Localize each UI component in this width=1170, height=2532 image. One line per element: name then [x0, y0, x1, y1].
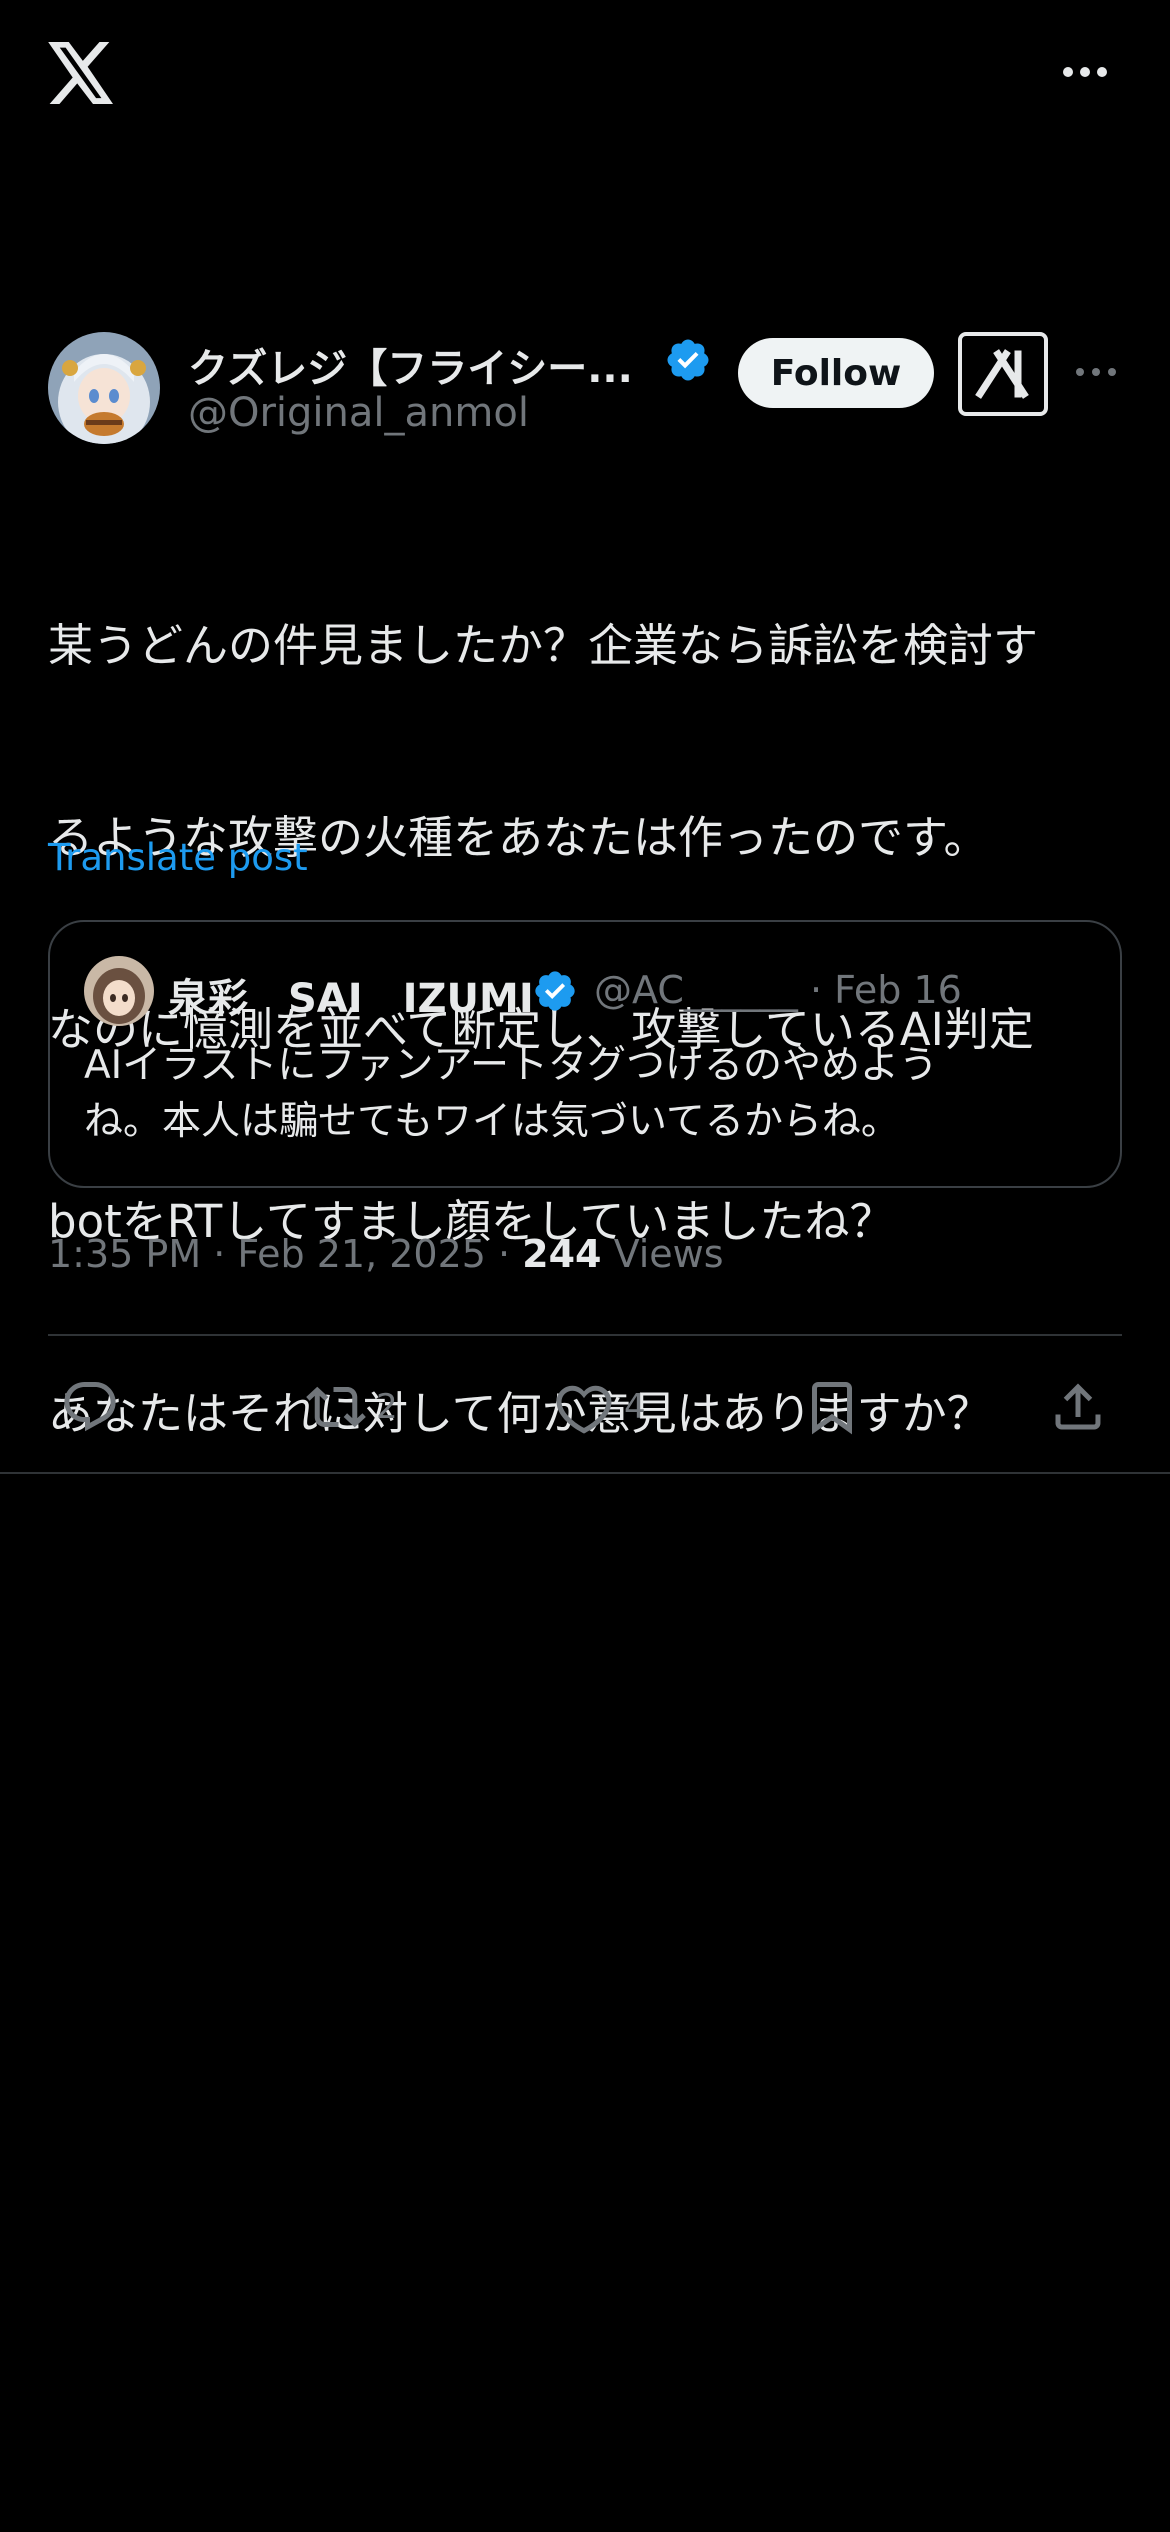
heart-icon [556, 1385, 612, 1434]
repost-count: 2 [376, 1387, 398, 1427]
grok-button[interactable] [958, 332, 1048, 416]
quote-handle: @AC______ [594, 968, 798, 1012]
like-count: 4 [624, 1387, 646, 1427]
repost-icon [306, 1386, 366, 1428]
quote-date: · Feb 16 [809, 968, 962, 1012]
verified-badge-icon [535, 971, 575, 1011]
share-icon [1055, 1383, 1101, 1430]
more-horizontal-icon[interactable] [1060, 60, 1110, 84]
views-count: 244 [522, 1232, 602, 1276]
post-timestamp[interactable]: 1:35 PM · Feb 21, 2025 · [48, 1232, 522, 1276]
follow-button[interactable]: Follow [738, 338, 934, 408]
quote-meta: @AC______ · Feb 16 [594, 968, 962, 1012]
quote-avatar [84, 956, 154, 1026]
x-logo-icon[interactable] [48, 42, 116, 104]
views-label: Views [601, 1232, 724, 1276]
reply-icon [64, 1382, 116, 1432]
action-bar: 2 4 [48, 1370, 1122, 1444]
more-horizontal-icon[interactable] [1074, 362, 1118, 382]
avatar-illustration-icon [84, 956, 154, 1026]
divider [48, 1334, 1122, 1336]
post-text-line: 某うどんの件見ましたか？企業なら訴訟を検討す [48, 619, 1039, 672]
reply-button[interactable] [60, 1370, 120, 1444]
share-button[interactable] [1048, 1370, 1108, 1444]
quote-author-name: 泉彩 SAI IZUMI [168, 976, 534, 1022]
post-author: クズレジ【フライシー... @Original_anmol Follow [48, 332, 1122, 448]
author-handle[interactable]: @Original_anmol [188, 390, 529, 436]
quote-text: AIイラストにファンアートタグつけるのやめよう ね。本人は騙せてもワイは気づいて… [84, 1038, 1044, 1150]
grok-icon [975, 349, 1029, 399]
divider [0, 1472, 1170, 1474]
bookmark-icon [812, 1382, 852, 1435]
quote-text-line: AIイラストにファンアートタグつけるのやめよう [84, 1043, 939, 1088]
verified-badge-icon [667, 339, 709, 381]
post-meta: 1:35 PM · Feb 21, 2025 · 244 Views [48, 1232, 724, 1276]
author-name[interactable]: クズレジ【フライシー... [188, 336, 633, 394]
quoted-post[interactable]: 泉彩 SAI IZUMI @AC______ · Feb 16 AIイラストにフ… [48, 920, 1122, 1188]
top-bar [0, 0, 1170, 150]
translate-post-link[interactable]: Translate post [48, 836, 308, 879]
like-button[interactable]: 4 [554, 1370, 646, 1444]
bookmark-button[interactable] [802, 1370, 862, 1444]
avatar-anime-character-icon [48, 332, 160, 444]
repost-button[interactable]: 2 [306, 1370, 398, 1444]
avatar[interactable] [48, 332, 160, 444]
quote-text-line: ね。本人は騙せてもワイは気づいてるからね。 [84, 1099, 900, 1144]
